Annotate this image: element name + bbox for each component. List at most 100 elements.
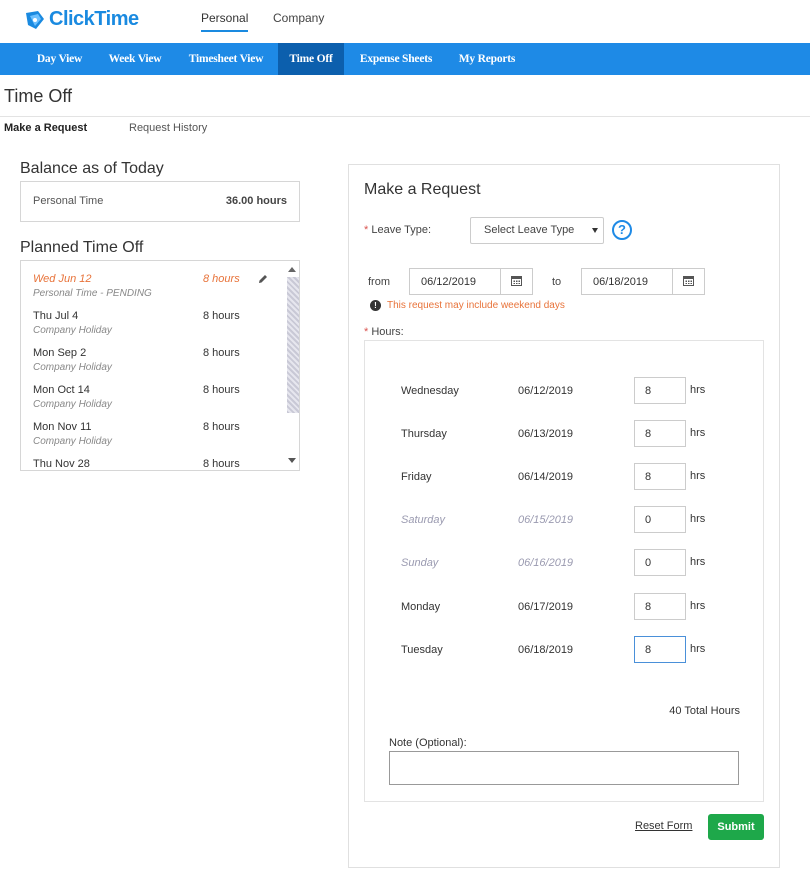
planned-list[interactable]: Wed Jun 12 Personal Time - PENDING 8 hou… bbox=[20, 260, 300, 471]
planned-item[interactable]: Thu Jul 4 Company Holiday 8 hours bbox=[21, 303, 283, 340]
day-date: 06/16/2019 bbox=[518, 557, 574, 569]
balance-box: Personal Time 36.00 hours bbox=[20, 181, 300, 222]
day-row: Wednesday 06/12/2019 8 hrs bbox=[365, 377, 763, 405]
hours-input[interactable]: 8 bbox=[634, 636, 686, 663]
required-mark: * bbox=[364, 224, 369, 236]
to-calendar-button[interactable] bbox=[672, 269, 704, 294]
leave-type-label-text: Leave Type: bbox=[371, 224, 432, 236]
hours-input[interactable]: 8 bbox=[634, 593, 686, 620]
planned-scrollbar[interactable] bbox=[283, 261, 299, 470]
day-row: Monday 06/17/2019 8 hrs bbox=[365, 593, 763, 621]
reset-form-link[interactable]: Reset Form bbox=[635, 820, 692, 832]
planned-type: Company Holiday bbox=[33, 399, 112, 410]
scroll-down-arrow-icon[interactable] bbox=[288, 458, 296, 463]
hours-input[interactable]: 0 bbox=[634, 549, 686, 576]
planned-date: Mon Oct 14 bbox=[33, 384, 90, 396]
tab-company[interactable]: Company bbox=[273, 11, 324, 30]
planned-hours: 8 hours bbox=[203, 384, 240, 396]
from-label: from bbox=[368, 276, 390, 288]
planned-hours: 8 hours bbox=[203, 421, 240, 433]
hours-input[interactable]: 8 bbox=[634, 420, 686, 447]
day-row: Sunday 06/16/2019 0 hrs bbox=[365, 549, 763, 577]
day-name: Monday bbox=[401, 601, 441, 613]
planned-heading: Planned Time Off bbox=[20, 239, 144, 256]
top-bar: ClickTime Personal Company bbox=[0, 0, 810, 43]
required-mark: * bbox=[364, 326, 369, 338]
from-date-input[interactable]: 06/12/2019 bbox=[409, 268, 533, 295]
planned-item[interactable]: Mon Nov 11 Company Holiday 8 hours bbox=[21, 414, 283, 451]
day-row: Tuesday 06/18/2019 8 hrs bbox=[365, 636, 763, 664]
hours-input[interactable]: 8 bbox=[634, 463, 686, 490]
to-date-value: 06/18/2019 bbox=[593, 276, 649, 288]
planned-date: Wed Jun 12 bbox=[33, 273, 92, 285]
day-date: 06/14/2019 bbox=[518, 471, 574, 483]
weekend-warning: ! This request may include weekend days bbox=[370, 300, 565, 311]
calendar-icon bbox=[511, 276, 522, 286]
hours-box: Wednesday 06/12/2019 8 hrs Thursday 06/1… bbox=[364, 340, 764, 802]
logo-text: ClickTime bbox=[49, 8, 139, 30]
planned-hours: 8 hours bbox=[203, 458, 240, 470]
planned-item[interactable]: Wed Jun 12 Personal Time - PENDING 8 hou… bbox=[21, 266, 283, 303]
scroll-thumb[interactable] bbox=[287, 277, 299, 413]
exclamation-circle-icon: ! bbox=[370, 300, 381, 311]
planned-item[interactable]: Mon Sep 2 Company Holiday 8 hours bbox=[21, 340, 283, 377]
submit-button[interactable]: Submit bbox=[708, 814, 764, 840]
caret-down-icon bbox=[592, 228, 598, 233]
planned-date: Thu Jul 4 bbox=[33, 310, 79, 322]
nav-expense-sheets[interactable]: Expense Sheets bbox=[349, 43, 443, 75]
note-label: Note (Optional): bbox=[389, 737, 467, 749]
hours-input[interactable]: 8 bbox=[634, 377, 686, 404]
hours-unit: hrs bbox=[690, 384, 706, 396]
nav-day-view[interactable]: Day View bbox=[26, 43, 93, 75]
from-calendar-button[interactable] bbox=[500, 269, 532, 294]
day-name: Saturday bbox=[401, 514, 446, 526]
hours-unit: hrs bbox=[690, 427, 706, 439]
subtab-divider bbox=[0, 116, 810, 117]
planned-hours: 8 hours bbox=[203, 347, 240, 359]
clicktime-logo[interactable]: ClickTime bbox=[24, 8, 139, 31]
leave-type-select[interactable]: Select Leave Type bbox=[470, 217, 604, 244]
planned-item[interactable]: Mon Oct 14 Company Holiday 8 hours bbox=[21, 377, 283, 414]
planned-type: Company Holiday bbox=[33, 362, 112, 373]
planned-type: Company Holiday bbox=[33, 325, 112, 336]
leave-type-value: Select Leave Type bbox=[484, 224, 575, 236]
pencil-icon[interactable] bbox=[257, 273, 269, 285]
tab-personal[interactable]: Personal bbox=[201, 11, 249, 32]
from-date-value: 06/12/2019 bbox=[421, 276, 477, 288]
nav-time-off[interactable]: Time Off bbox=[278, 43, 344, 75]
subtab-make-request[interactable]: Make a Request bbox=[4, 122, 87, 134]
hours-unit: hrs bbox=[690, 513, 706, 525]
page-title: Time Off bbox=[4, 86, 73, 106]
planned-item[interactable]: Thu Nov 28 8 hours bbox=[21, 451, 283, 470]
planned-hours: 8 hours bbox=[203, 310, 240, 322]
hours-input[interactable]: 0 bbox=[634, 506, 686, 533]
day-date: 06/12/2019 bbox=[518, 385, 574, 397]
balance-label: Personal Time bbox=[33, 195, 104, 207]
day-row: Thursday 06/13/2019 8 hrs bbox=[365, 420, 763, 448]
nav-week-view[interactable]: Week View bbox=[97, 43, 173, 75]
hours-unit: hrs bbox=[690, 643, 706, 655]
day-name: Tuesday bbox=[401, 644, 443, 656]
scroll-up-arrow-icon[interactable] bbox=[288, 267, 296, 272]
to-date-input[interactable]: 06/18/2019 bbox=[581, 268, 705, 295]
leave-type-label: * Leave Type: bbox=[364, 224, 431, 236]
nav-my-reports[interactable]: My Reports bbox=[448, 43, 526, 75]
logo-icon bbox=[26, 10, 44, 29]
subtab-request-history[interactable]: Request History bbox=[129, 122, 207, 134]
nav-timesheet-view[interactable]: Timesheet View bbox=[177, 43, 275, 75]
total-hours: 40 Total Hours bbox=[669, 705, 740, 717]
day-name: Wednesday bbox=[401, 385, 459, 397]
help-question-icon[interactable]: ? bbox=[612, 220, 632, 240]
note-textarea[interactable] bbox=[389, 751, 739, 785]
planned-date: Thu Nov 28 bbox=[33, 458, 90, 470]
balance-value: 36.00 hours bbox=[225, 195, 287, 207]
hours-label-text: Hours: bbox=[371, 326, 404, 338]
day-name: Thursday bbox=[401, 428, 447, 440]
day-date: 06/15/2019 bbox=[518, 514, 574, 526]
balance-heading: Balance as of Today bbox=[20, 160, 164, 177]
planned-type: Personal Time - PENDING bbox=[33, 288, 152, 299]
day-name: Friday bbox=[401, 471, 432, 483]
day-name: Sunday bbox=[401, 557, 439, 569]
hours-unit: hrs bbox=[690, 556, 706, 568]
hours-unit: hrs bbox=[690, 470, 706, 482]
